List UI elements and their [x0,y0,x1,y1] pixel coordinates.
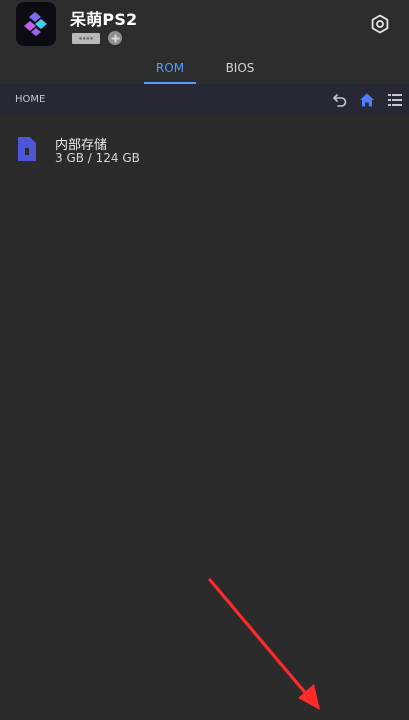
tab-rom-label: ROM [155,61,185,75]
storage-size: 3 GB / 124 GB [55,151,140,165]
sd-card-icon [17,136,37,162]
path-bar: HOME [0,84,409,116]
home-icon[interactable] [358,91,376,109]
list-view-icon[interactable] [386,91,404,109]
file-browser-content: 内部存储 3 GB / 124 GB [0,116,409,720]
tab-bios-label: BIOS [225,61,255,75]
list-item-internal-storage[interactable]: 内部存储 3 GB / 124 GB [0,124,409,180]
settings-gear-icon[interactable] [368,12,392,36]
undo-arrow-icon[interactable] [331,91,349,109]
app-header: 呆萌PS2 ▪▪▪▪ ROM BIOS [0,0,409,84]
app-title: 呆萌PS2 [70,10,138,29]
controller-logo-graphic [24,12,47,36]
tab-rom[interactable]: ROM [144,56,196,84]
version-badge: ▪▪▪▪ [72,32,100,44]
app-window: 呆萌PS2 ▪▪▪▪ ROM BIOS HOME 内部存储 3 GB / 124… [0,0,409,720]
app-logo-icon [16,2,56,46]
tab-bar: ROM BIOS [0,56,409,84]
app-badges: ▪▪▪▪ [72,31,122,45]
plus-badge-icon[interactable] [108,31,122,45]
current-path-label: HOME [15,94,46,105]
tab-bios[interactable]: BIOS [214,56,266,84]
